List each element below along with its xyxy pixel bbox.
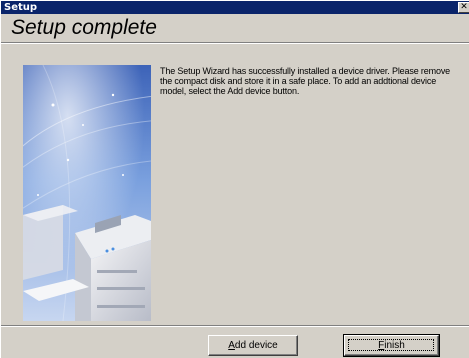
page-title: Setup complete bbox=[11, 16, 157, 39]
footer-divider-highlight bbox=[1, 326, 469, 327]
add-device-button[interactable]: Add device bbox=[208, 335, 298, 356]
completion-message: The Setup Wizard has successfully instal… bbox=[160, 66, 451, 96]
window-title: Setup bbox=[4, 2, 38, 13]
printer-image bbox=[23, 65, 151, 321]
close-icon: ✕ bbox=[460, 2, 468, 12]
title-bar[interactable]: Setup ✕ bbox=[1, 1, 469, 14]
printer-illustration-icon bbox=[23, 65, 151, 321]
finish-label: inish bbox=[384, 340, 405, 351]
close-button[interactable]: ✕ bbox=[458, 2, 469, 13]
add-device-label: dd device bbox=[234, 340, 278, 351]
finish-button[interactable]: Finish bbox=[343, 334, 440, 357]
add-device-mnemonic: A bbox=[228, 340, 235, 351]
header-divider-highlight bbox=[1, 43, 469, 44]
setup-window: Setup ✕ Setup complete The Setup Wizard … bbox=[0, 0, 469, 358]
